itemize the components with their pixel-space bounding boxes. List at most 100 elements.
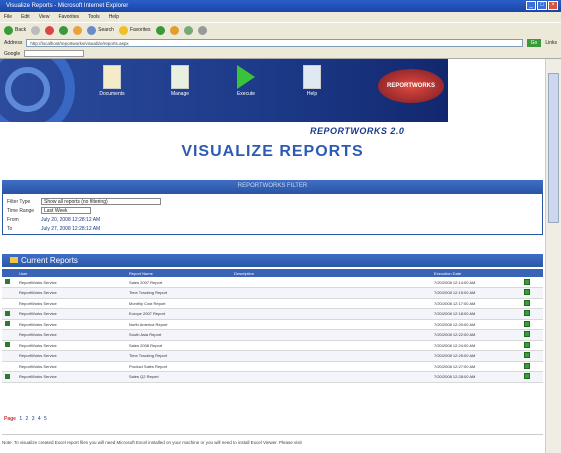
stop-icon[interactable]: [45, 25, 55, 35]
page-link-1[interactable]: 1: [19, 416, 22, 422]
minimize-button[interactable]: _: [526, 1, 536, 10]
search-icon: [87, 25, 97, 35]
search-button[interactable]: Search: [87, 25, 114, 35]
col-description[interactable]: Description: [231, 269, 431, 277]
table-row[interactable]: ReportWorks Service Sales 2007 Report 7/20…: [2, 277, 543, 288]
menu-favorites[interactable]: Favorites: [58, 14, 79, 20]
address-label: Address: [4, 40, 23, 46]
back-button[interactable]: Back: [4, 25, 26, 35]
maximize-button[interactable]: □: [537, 1, 547, 10]
print-icon[interactable]: [197, 25, 207, 35]
documents-icon: [103, 65, 121, 89]
go-button[interactable]: Go: [526, 39, 542, 47]
table-row[interactable]: ReportWorks Service Time Tracking Report 7…: [2, 350, 543, 362]
time-range-select[interactable]: Last Week: [41, 207, 91, 214]
filter-header: REPORTWORKS FILTER: [2, 180, 543, 193]
open-report-icon[interactable]: [524, 310, 530, 317]
page-title: VISUALIZE REPORTS: [181, 143, 364, 160]
from-value[interactable]: July 20, 2008 12:28:12 AM: [41, 217, 100, 223]
help-icon: [303, 65, 321, 89]
excel-file-icon: [5, 321, 10, 327]
nav-manage[interactable]: Manage: [160, 65, 200, 97]
col-report-name[interactable]: Report Name: [126, 269, 231, 277]
excel-file-icon: [5, 279, 10, 284]
open-report-icon[interactable]: [524, 362, 530, 369]
open-report-icon[interactable]: [524, 299, 530, 306]
nav-execute[interactable]: Execute: [226, 65, 266, 97]
col-execution-date[interactable]: Execution Date: [431, 269, 521, 277]
table-row[interactable]: ReportWorks Service Europe 2007 Report 7/2…: [2, 308, 543, 320]
menu-file[interactable]: File: [4, 14, 12, 20]
menu-bar: File Edit View Favorites Tools Help: [0, 12, 561, 22]
nav-documents[interactable]: Documents: [92, 65, 132, 97]
table-row[interactable]: ReportWorks Service Monthly Cost Report 7/…: [2, 298, 543, 309]
time-range-row: Time Range Last Week: [7, 206, 538, 215]
home-icon[interactable]: [73, 25, 83, 35]
window-titlebar: Visualize Reports - Microsoft Internet E…: [0, 0, 561, 12]
history-icon[interactable]: [169, 25, 179, 35]
col-user[interactable]: User: [16, 269, 126, 277]
reportworks-tagline: REPORTWORKS 2.0: [310, 126, 405, 136]
time-range-label: Time Range: [7, 207, 35, 214]
open-report-icon[interactable]: [524, 331, 530, 338]
close-button[interactable]: ×: [548, 1, 558, 10]
col-action: [521, 269, 543, 277]
window-title: Visualize Reports - Microsoft Internet E…: [6, 3, 129, 9]
table-row[interactable]: ReportWorks Service South Asia Report 7/20…: [2, 329, 543, 341]
menu-view[interactable]: View: [39, 14, 50, 20]
excel-viewer-note: Note: To visualize created Excel report …: [2, 434, 543, 445]
address-input[interactable]: http://localhost/reportworks/visualize/r…: [26, 39, 523, 47]
from-row: From July 20, 2008 12:28:12 AM: [7, 215, 538, 224]
page-link-2[interactable]: 2: [26, 416, 29, 422]
open-report-icon[interactable]: [524, 289, 530, 296]
page-link-4[interactable]: 4: [38, 416, 41, 422]
google-toolbar: Google: [0, 49, 561, 59]
refresh-icon[interactable]: [59, 25, 69, 35]
favorites-button[interactable]: Favorites: [118, 25, 151, 35]
col-icon: [2, 269, 16, 277]
window-controls: _ □ ×: [526, 1, 558, 10]
filter-type-label: Filter Type: [7, 198, 31, 205]
back-arrow-icon: [4, 25, 13, 35]
page-content: Documents Manage Execute Help REPORTWORK…: [0, 59, 545, 453]
current-reports-header: Current Reports: [2, 254, 543, 267]
scrollbar-thumb[interactable]: [548, 73, 559, 223]
table-row[interactable]: ReportWorks Service Time Tracking Report 7…: [2, 287, 543, 299]
nav-help[interactable]: Help: [292, 65, 332, 97]
star-icon: [118, 25, 128, 35]
header-banner: Documents Manage Execute Help REPORTWORK…: [0, 59, 448, 122]
reportworks-logo: REPORTWORKS: [378, 69, 444, 103]
menu-tools[interactable]: Tools: [88, 14, 100, 20]
media-icon[interactable]: [155, 25, 165, 35]
google-search-input[interactable]: [24, 50, 85, 57]
open-report-icon[interactable]: [524, 341, 530, 348]
from-label: From: [7, 216, 19, 223]
table-header-row: User Report Name Description Execution D…: [2, 269, 543, 277]
table-row[interactable]: ReportWorks Service Sales 2008 Report 7/20…: [2, 340, 543, 351]
open-report-icon[interactable]: [524, 373, 530, 380]
excel-file-icon: [5, 373, 10, 379]
table-row[interactable]: ReportWorks Service Sales Q2 Report 7/20/2…: [2, 371, 543, 383]
address-bar: Address http://localhost/reportworks/vis…: [0, 37, 561, 49]
manage-icon: [171, 65, 189, 89]
table-row[interactable]: ReportWorks Service Product Sales Report 7…: [2, 361, 543, 372]
filter-type-row: Filter Type Show all reports (no filteri…: [7, 197, 538, 206]
menu-edit[interactable]: Edit: [21, 14, 30, 20]
page-link-3[interactable]: 3: [32, 416, 35, 422]
open-report-icon[interactable]: [524, 320, 530, 327]
filter-type-select[interactable]: Show all reports (no filtering): [41, 198, 161, 205]
links-label[interactable]: Links: [545, 40, 557, 46]
to-value[interactable]: July 27, 2008 12:28:12 AM: [41, 226, 100, 232]
vertical-scrollbar[interactable]: [545, 59, 561, 453]
mail-icon[interactable]: [183, 25, 193, 35]
page-link-5[interactable]: 5: [44, 416, 47, 422]
open-report-icon[interactable]: [524, 352, 530, 359]
execute-play-icon: [237, 65, 255, 89]
google-label[interactable]: Google: [4, 51, 20, 57]
open-report-icon[interactable]: [524, 278, 530, 285]
excel-file-icon: [5, 310, 10, 316]
forward-arrow-icon[interactable]: [31, 25, 41, 35]
menu-help[interactable]: Help: [109, 14, 119, 20]
pagination: Page 1 2 3 4 5: [4, 416, 47, 422]
table-row[interactable]: ReportWorks Service North America Report 7…: [2, 319, 543, 330]
